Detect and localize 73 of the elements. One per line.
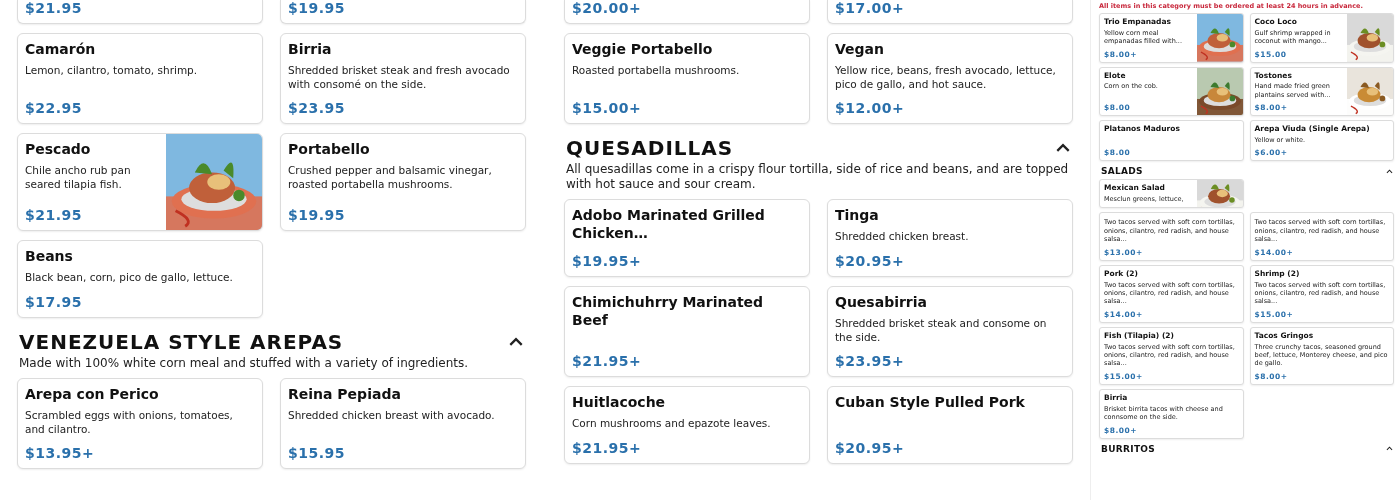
item-price: $17.00+: [835, 0, 906, 17]
chevron-up-icon[interactable]: [1385, 166, 1394, 176]
item-price: $23.95: [288, 99, 347, 118]
item-price: $13.95+: [25, 444, 96, 462]
menu-item-card[interactable]: Adobo Marinated Grilled Chicken… $19.95+: [564, 199, 810, 277]
menu-item-card[interactable]: Camarón Lemon, cilantro, tomato, shrimp. $22.95: [17, 32, 263, 125]
menu-item-card[interactable]: Portabello Crushed pepper and balsamic vinegar, roasted portabella mushrooms. $19.95: [280, 133, 526, 232]
item-name: Birria: [288, 39, 333, 58]
item-price: $19.95: [288, 0, 347, 17]
menu-item-card[interactable]: Birria Shredded brisket steak and fresh avocado with consomé on the side. $23.95: [280, 32, 526, 125]
section-description: Made with 100% white corn meal and stuffed with a variety of ingredients.: [19, 355, 470, 371]
menu-item-card[interactable]: $20.00+: [564, 0, 810, 24]
menu-item-card[interactable]: $19.95: [280, 0, 526, 24]
menu-item-card[interactable]: Veggie Portabello Roasted portabella mushrooms. $15.00+: [564, 32, 810, 125]
menu-item-card[interactable]: Vegan Yellow rice, beans, fresh avocado, lettuce, pico de gallo, and hot sauce. $12.00+: [827, 32, 1073, 125]
item-name: Pescado: [25, 140, 92, 159]
item-description: Lemon, cilantro, tomato, shrimp.: [25, 64, 199, 78]
section-heading: QUESADILLAS: [566, 136, 734, 161]
section-heading: BURRITOS: [1101, 443, 1156, 454]
item-name: Veggie Portabello: [572, 39, 714, 58]
item-price: $17.95: [25, 292, 84, 311]
item-description: Shredded chicken breast.: [835, 230, 970, 244]
item-name: Portabello: [288, 140, 371, 159]
item-price: $19.95: [288, 206, 347, 225]
item-name: Camarón: [25, 39, 97, 58]
section-description: All quesadillas come in a crispy flour tortilla, side of rice and beans, and are topped with hot sauce and sour cream.: [566, 162, 1070, 193]
menu-item-card[interactable]: Pescado Chile ancho rub pan seared tilapia fish. $21.95: [17, 133, 263, 232]
item-price: $20.95+: [835, 438, 906, 457]
menu-item-card[interactable]: Beans Black bean, corn, pico de gallo, lettuce. $17.95: [17, 240, 263, 318]
item-name: Reina Pepiada: [288, 384, 402, 403]
item-name: Cuban Style Pulled Pork: [835, 392, 1026, 412]
item-description: Crushed pepper and balsamic vinegar, roasted portabella mushrooms.: [288, 164, 493, 192]
item-description: Chile ancho rub pan seared tilapia fish.: [25, 164, 132, 192]
item-description: Black bean, corn, pico de gallo, lettuce.: [25, 271, 234, 285]
chevron-up-icon[interactable]: [1385, 444, 1394, 453]
menu-item-card[interactable]: Arepa con Perico Scrambled eggs with onions, tomatoes, and cilantro. $13.95+: [17, 377, 263, 469]
item-name: Vegan: [835, 39, 885, 58]
item-description: Shredded brisket steak and consome on the side.: [835, 316, 1048, 345]
item-price: $15.95: [288, 444, 347, 462]
menu-item-card[interactable]: $17.00+: [827, 0, 1073, 24]
item-price: $19.95+: [572, 251, 643, 270]
item-description: Shredded chicken breast with avocado.: [288, 408, 496, 423]
item-name: Huitlacoche: [572, 392, 667, 412]
menu-item-card[interactable]: Chimichuhrry Marinated Beef $21.95+: [564, 285, 810, 377]
item-name: Tinga: [835, 206, 880, 225]
item-price: $20.00+: [572, 0, 643, 17]
item-description: Scrambled eggs with onions, tomatoes, and cilantro.: [25, 408, 234, 437]
item-description: Yellow rice, beans, fresh avocado, lettuce, pico de gallo, and hot sauce.: [835, 64, 1057, 92]
item-name: Beans: [25, 247, 74, 266]
item-description: Corn mushrooms and epazote leaves.: [572, 417, 772, 431]
item-name: Adobo Marinated Grilled Chicken…: [572, 206, 766, 243]
item-price: $21.95+: [572, 438, 643, 457]
item-price: $12.00+: [835, 99, 906, 118]
menu-item-card[interactable]: Quesabirria Shredded brisket steak and consome on the side. $23.95+: [827, 285, 1073, 377]
menu-item-card[interactable]: $21.95: [17, 0, 263, 24]
item-price: $20.95+: [835, 251, 906, 270]
section-heading: VENEZUELA STYLE AREPAS: [19, 329, 344, 354]
menu-item-card[interactable]: Reina Pepiada Shredded chicken breast with avocado. $15.95: [280, 377, 526, 469]
item-price: $21.95+: [572, 352, 643, 370]
menu-item-card[interactable]: Huitlacoche Corn mushrooms and epazote leaves. $21.95+: [564, 385, 810, 464]
item-name: Arepa con Perico: [25, 384, 160, 403]
item-name: Quesabirria: [835, 292, 929, 311]
item-price: $23.95+: [835, 352, 906, 370]
item-price: $21.95: [25, 0, 84, 17]
item-name: Chimichuhrry Marinated Beef: [572, 292, 765, 330]
item-description: Roasted portabella mushrooms.: [572, 64, 741, 78]
section-heading: SALADS: [1101, 166, 1143, 177]
item-price: $21.95: [25, 206, 84, 225]
menu-item-card[interactable]: Tinga Shredded chicken breast. $20.95+: [827, 199, 1073, 277]
menu-item-card[interactable]: Cuban Style Pulled Pork $20.95+: [827, 385, 1073, 464]
item-description: Shredded brisket steak and fresh avocado with consomé on the side.: [288, 64, 511, 92]
item-price: $15.00+: [572, 99, 643, 118]
item-price: $22.95: [25, 99, 84, 118]
